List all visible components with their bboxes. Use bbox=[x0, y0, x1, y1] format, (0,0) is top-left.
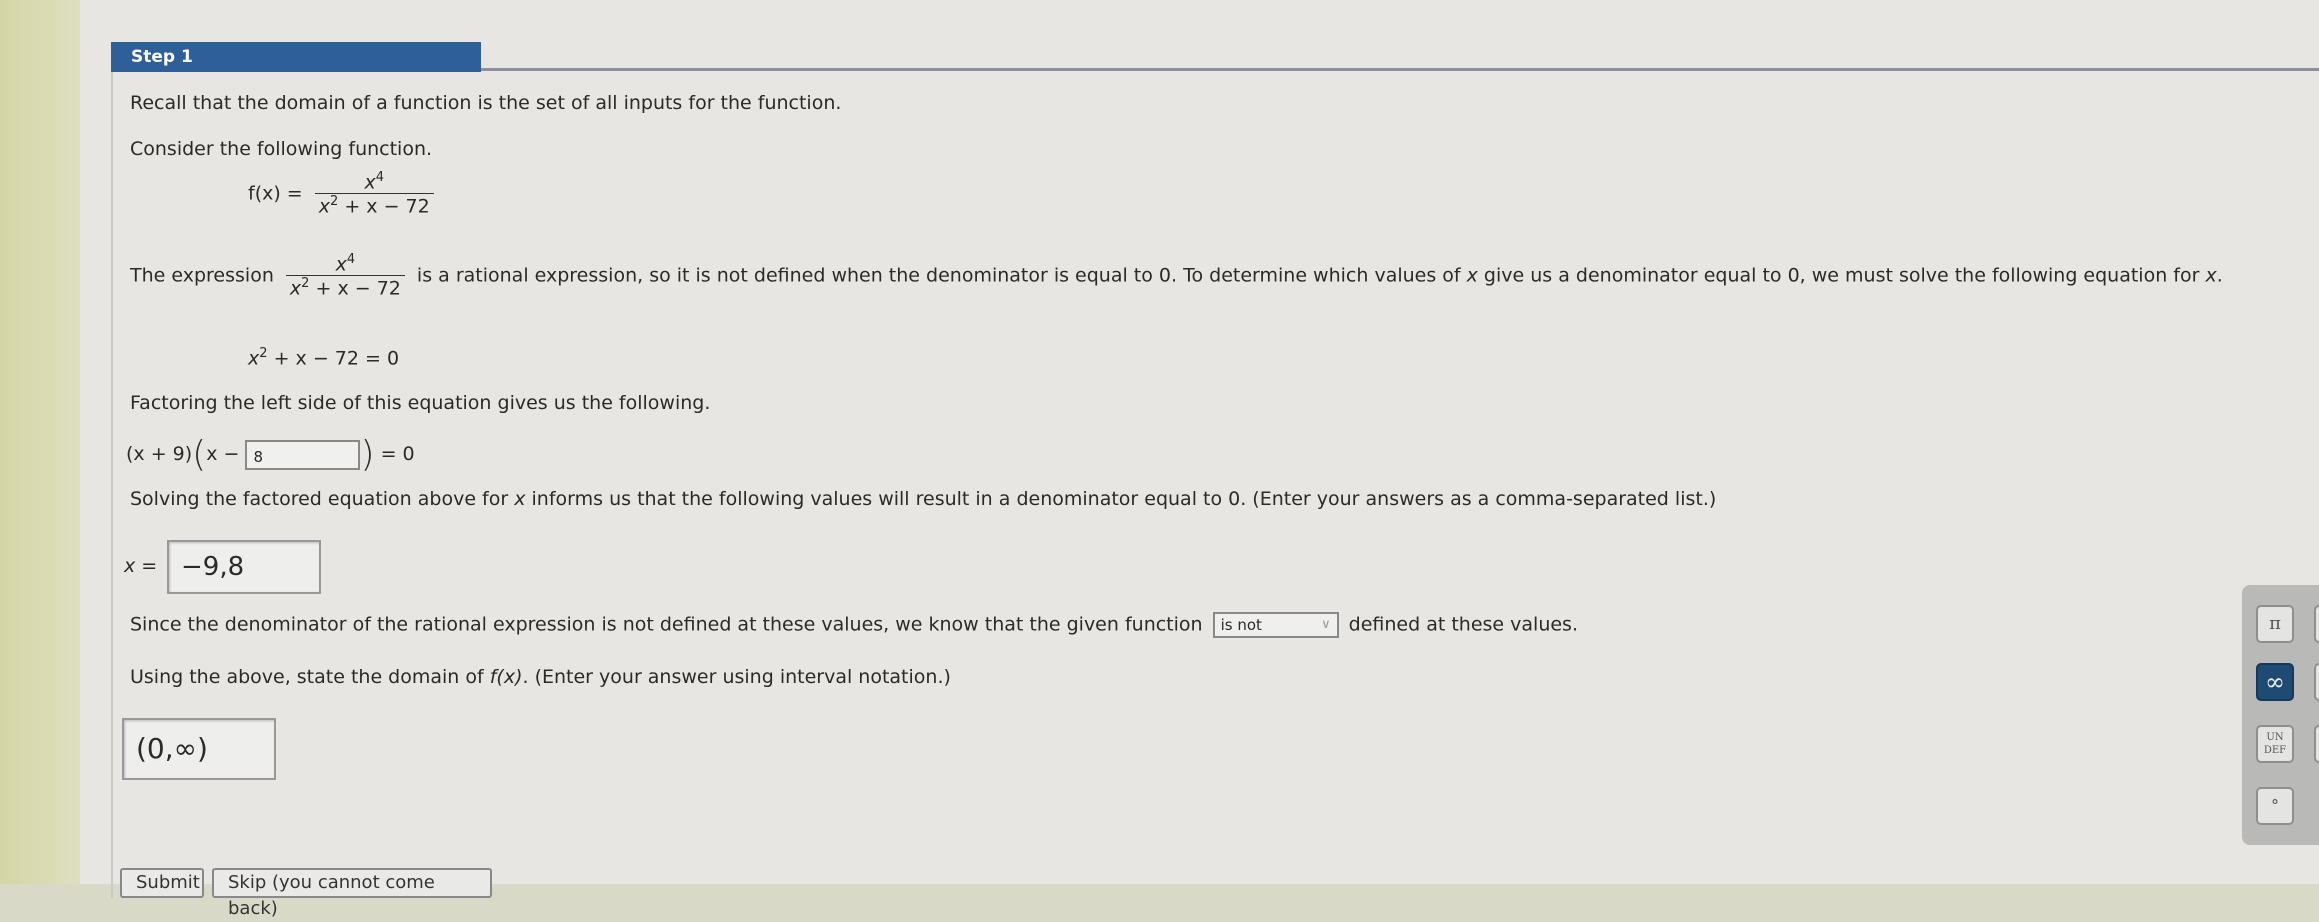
function-fraction: x4 x2 + x − 72 bbox=[314, 170, 434, 218]
denominator-base: x bbox=[318, 195, 331, 218]
var-x: x bbox=[2205, 264, 2217, 287]
denominator-rest: + x − 72 bbox=[338, 195, 430, 218]
defined-select[interactable]: is not ∨ bbox=[1212, 612, 1339, 638]
expression-sentence: The expression x4 x2 + x − 72 is a ratio… bbox=[130, 252, 2223, 300]
factored-equation: (x + 9)(x − 8) = 0 bbox=[126, 434, 415, 475]
expression-end: . bbox=[2216, 264, 2223, 287]
chevron-down-icon: ∨ bbox=[1321, 617, 1331, 632]
numerator-exp: 4 bbox=[346, 252, 356, 267]
expression-text-2: give us a denominator equal to 0, we mus… bbox=[1477, 264, 2206, 287]
factor-x-minus: x − bbox=[206, 443, 240, 465]
select-value: is not bbox=[1220, 616, 1262, 634]
equation-rest: + x − 72 = 0 bbox=[267, 347, 400, 370]
numerator: x bbox=[335, 253, 347, 276]
expression-prefix: The expression bbox=[130, 264, 274, 287]
step-header: Step 1 bbox=[111, 42, 481, 72]
since-text-1: Since the denominator of the rational ex… bbox=[130, 613, 1203, 636]
using-text-1: Using the above, state the domain of bbox=[130, 666, 490, 688]
var-x: x bbox=[514, 488, 526, 510]
pi-button[interactable]: π bbox=[2256, 605, 2294, 643]
since-sentence: Since the denominator of the rational ex… bbox=[130, 612, 1578, 638]
numerator-exp: 4 bbox=[375, 170, 384, 185]
open-paren: ( bbox=[192, 434, 207, 475]
palette-button-extra[interactable] bbox=[2314, 605, 2319, 643]
factor-end: = 0 bbox=[380, 443, 415, 465]
recall-text: Recall that the domain of a function is … bbox=[130, 92, 842, 114]
domain-answer-input[interactable]: (0,∞) bbox=[122, 718, 276, 780]
function-lhs: f(x) = bbox=[248, 182, 303, 205]
solving-text-2: informs us that the following values wil… bbox=[525, 488, 1717, 510]
undefined-button[interactable]: UN DEF bbox=[2256, 725, 2294, 763]
close-paren: ) bbox=[360, 434, 375, 475]
since-text-2: defined at these values. bbox=[1348, 613, 1578, 636]
step-divider bbox=[481, 68, 2319, 71]
step-panel bbox=[111, 58, 2319, 898]
expression-fraction: x4 x2 + x − 72 bbox=[285, 252, 405, 300]
numerator: x bbox=[364, 171, 376, 194]
equation-exp: 2 bbox=[259, 346, 268, 361]
skip-button[interactable]: Skip (you cannot come back) bbox=[212, 868, 492, 919]
palette-button-extra[interactable] bbox=[2314, 663, 2319, 701]
denominator-equation: x2 + x − 72 = 0 bbox=[248, 346, 399, 369]
solving-text-1: Solving the factored equation above for bbox=[130, 488, 515, 510]
consider-text: Consider the following function. bbox=[130, 138, 433, 160]
fx: f(x) bbox=[489, 666, 523, 688]
symbol-palette: π ∞ UN DEF ° bbox=[2242, 585, 2319, 845]
using-text-2: . (Enter your answer using interval nota… bbox=[522, 666, 951, 688]
solving-text: Solving the factored equation above for … bbox=[130, 488, 1716, 510]
denominator-rest: + x − 72 bbox=[309, 277, 401, 300]
factor-first: (x + 9) bbox=[126, 443, 193, 465]
factoring-text: Factoring the left side of this equation… bbox=[130, 392, 711, 414]
expression-text-1: is a rational expression, so it is not d… bbox=[416, 264, 1467, 287]
submit-button[interactable]: Submit bbox=[120, 868, 204, 898]
monitor-bezel bbox=[0, 0, 80, 884]
x-values-input[interactable]: −9,8 bbox=[167, 540, 321, 594]
function-definition: f(x) = x4 x2 + x − 72 bbox=[248, 170, 440, 218]
palette-button-extra[interactable] bbox=[2314, 725, 2319, 763]
degree-button[interactable]: ° bbox=[2256, 787, 2294, 825]
equation-base: x bbox=[248, 347, 260, 370]
x-equals-label: x = bbox=[124, 555, 158, 577]
undef-label-2: DEF bbox=[2263, 745, 2287, 756]
infinity-button[interactable]: ∞ bbox=[2256, 663, 2294, 701]
denominator-base: x bbox=[289, 277, 302, 300]
undef-label-1: UN bbox=[2266, 732, 2284, 743]
factor-answer-input[interactable]: 8 bbox=[245, 439, 361, 470]
using-sentence: Using the above, state the domain of f(x… bbox=[130, 666, 951, 688]
var-x: x bbox=[1466, 264, 1478, 287]
